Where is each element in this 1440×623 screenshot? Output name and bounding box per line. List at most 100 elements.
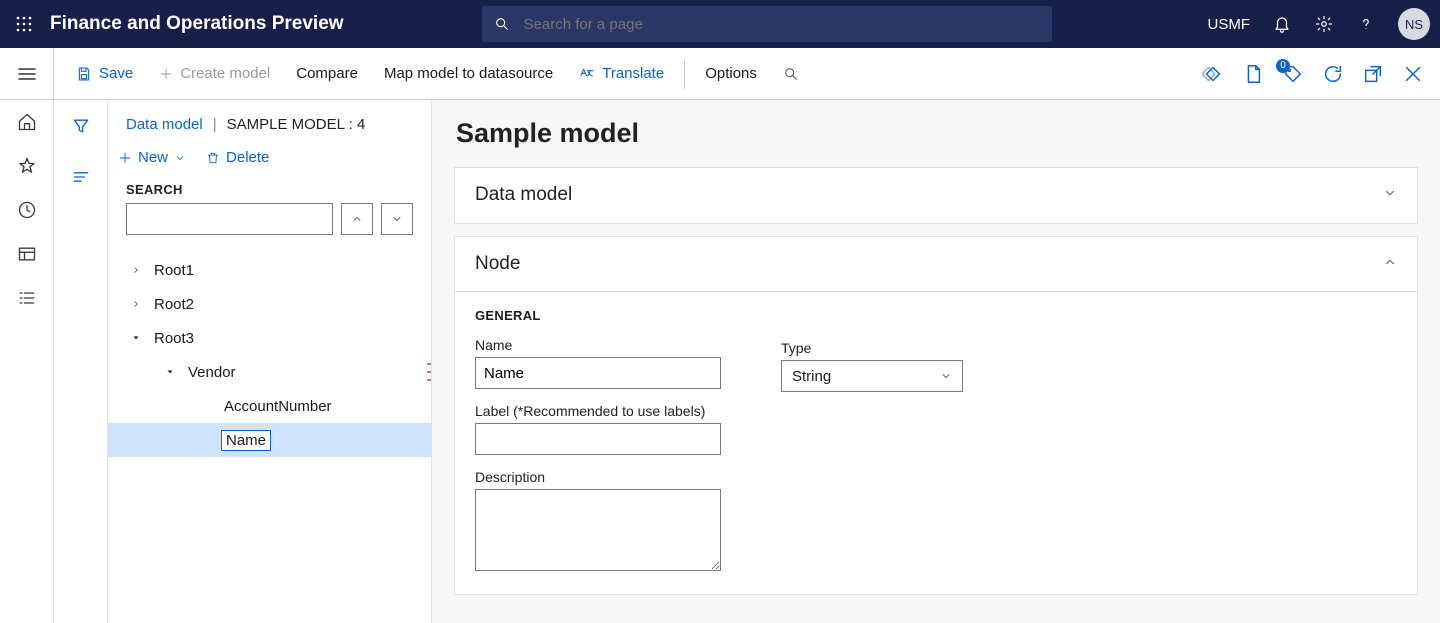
tree-view: Root1 Root2 Root3 Vendor AccountNumber Name: [108, 245, 431, 457]
tree-search-prev[interactable]: [341, 203, 373, 235]
description-field-input[interactable]: [475, 489, 721, 571]
type-field-select[interactable]: String: [781, 360, 963, 392]
filter-icon: [71, 116, 91, 136]
create-model-label: Create model: [180, 65, 270, 82]
type-field-value: String: [792, 368, 831, 385]
chevron-down-icon: [174, 152, 186, 164]
app-title: Finance and Operations Preview: [48, 13, 362, 35]
breadcrumb: Data model | SAMPLE MODEL : 4: [108, 100, 431, 141]
save-button[interactable]: Save: [64, 59, 145, 88]
tree-node-label: Root1: [152, 261, 196, 280]
translate-button[interactable]: Translate: [567, 59, 676, 88]
tree-search-next[interactable]: [381, 203, 413, 235]
tree-node[interactable]: Vendor: [108, 355, 431, 389]
tree-node-label: Vendor: [186, 363, 238, 382]
tree-node-label: Root2: [152, 295, 196, 314]
tree-node-label: AccountNumber: [222, 397, 334, 416]
chevron-down-icon: [391, 213, 403, 225]
tree-expander[interactable]: [128, 265, 144, 275]
filter-button[interactable]: [71, 116, 91, 139]
main-content: Sample model Data model Node GENERAL Nam…: [432, 100, 1440, 623]
create-model-button: Create model: [147, 59, 282, 88]
nav-recent[interactable]: [17, 200, 37, 220]
tree-expander[interactable]: [162, 367, 178, 377]
tree-search-label: SEARCH: [126, 182, 413, 197]
attachments-button[interactable]: [1242, 63, 1264, 85]
map-model-button[interactable]: Map model to datasource: [372, 59, 565, 88]
tree-expander[interactable]: [128, 333, 144, 343]
global-search[interactable]: [482, 6, 1052, 42]
node-panel: Node GENERAL Name Label (*Recommended to…: [454, 236, 1418, 595]
chevron-down-icon: [1383, 186, 1397, 200]
trash-icon: [206, 151, 220, 165]
nav-favorites[interactable]: [17, 156, 37, 176]
page-search-button[interactable]: [771, 60, 811, 88]
diamond-button[interactable]: [1202, 63, 1224, 85]
filter-rail: [54, 100, 108, 623]
compare-label: Compare: [296, 65, 358, 82]
translate-label: Translate: [602, 65, 664, 82]
data-model-panel-title: Data model: [475, 184, 572, 206]
tree-node[interactable]: Name: [108, 423, 431, 457]
plus-icon: [118, 151, 132, 165]
chevron-down-icon: [940, 370, 952, 382]
question-icon: [1357, 15, 1375, 33]
general-section-label: GENERAL: [475, 308, 721, 323]
tree-search-input[interactable]: [126, 203, 333, 235]
new-label: New: [138, 149, 168, 166]
bell-icon: [1273, 15, 1291, 33]
data-model-panel-header[interactable]: Data model: [455, 168, 1417, 223]
plus-icon: [159, 67, 173, 81]
notifications-button[interactable]: [1272, 14, 1292, 34]
label-field-input[interactable]: [475, 423, 721, 455]
breadcrumb-root[interactable]: Data model: [126, 116, 203, 133]
description-field-label: Description: [475, 469, 721, 485]
tree-node[interactable]: Root1: [108, 253, 431, 287]
chevron-down-solid-icon: [165, 367, 175, 377]
save-label: Save: [99, 65, 133, 82]
tree-node[interactable]: Root2: [108, 287, 431, 321]
task-recorder-button[interactable]: 0: [1282, 63, 1304, 85]
map-model-label: Map model to datasource: [384, 65, 553, 82]
nav-workspaces[interactable]: [17, 244, 37, 264]
help-button[interactable]: [1356, 14, 1376, 34]
app-launcher-button[interactable]: [0, 0, 48, 48]
settings-button[interactable]: [1314, 14, 1334, 34]
tree-node[interactable]: Root3: [108, 321, 431, 355]
popout-button[interactable]: [1362, 63, 1384, 85]
tree-expander[interactable]: [128, 299, 144, 309]
user-avatar[interactable]: NS: [1398, 8, 1430, 40]
options-button[interactable]: Options: [693, 59, 769, 88]
list-icon: [71, 167, 91, 187]
new-node-button[interactable]: New: [118, 149, 186, 166]
close-icon: [1402, 63, 1424, 85]
tree-panel: Data model | SAMPLE MODEL : 4 New Delete…: [108, 100, 432, 623]
waffle-icon: [16, 16, 32, 32]
tree-node-label: Root3: [152, 329, 196, 348]
node-panel-title: Node: [475, 253, 520, 275]
delete-node-button[interactable]: Delete: [206, 149, 269, 166]
type-field-label: Type: [781, 340, 963, 356]
side-nav-toggle[interactable]: [0, 48, 54, 99]
gear-icon: [1315, 15, 1333, 33]
popout-icon: [1362, 63, 1384, 85]
translate-icon: [579, 66, 595, 82]
name-field-input[interactable]: [475, 357, 721, 389]
nav-modules[interactable]: [17, 288, 37, 308]
company-selector[interactable]: USMF: [1208, 16, 1251, 33]
chevron-down-solid-icon: [131, 333, 141, 343]
close-button[interactable]: [1402, 63, 1424, 85]
chevron-right-icon: [131, 265, 141, 275]
refresh-button[interactable]: [1322, 63, 1344, 85]
page-icon: [1242, 63, 1264, 85]
tree-node[interactable]: AccountNumber: [108, 389, 431, 423]
nav-home[interactable]: [17, 112, 37, 132]
chevron-up-icon: [351, 213, 363, 225]
list-view-button[interactable]: [71, 167, 91, 190]
global-search-input[interactable]: [522, 15, 1040, 34]
command-row: Save Create model Compare Map model to d…: [0, 48, 1440, 100]
compare-button[interactable]: Compare: [284, 59, 370, 88]
top-nav-bar: Finance and Operations Preview USMF NS: [0, 0, 1440, 48]
options-label: Options: [705, 65, 757, 82]
node-panel-header[interactable]: Node: [455, 237, 1417, 292]
